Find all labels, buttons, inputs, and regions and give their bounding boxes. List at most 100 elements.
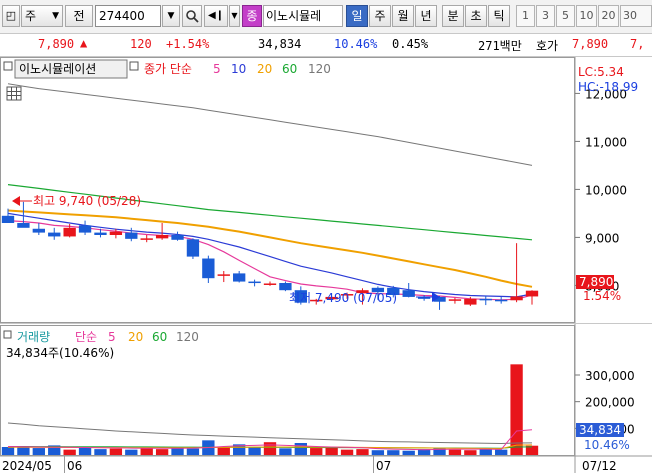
volume-bar [325, 447, 338, 455]
date-label-jun: 06 [67, 459, 82, 473]
legend-ma60: 60 [282, 62, 297, 76]
prefix-button[interactable]: 전 [65, 5, 93, 27]
interval-3-button[interactable]: 3 [536, 5, 555, 27]
volume-axis-label: 200,000 [585, 396, 635, 410]
volume-bar [448, 449, 462, 455]
tab-period-month[interactable]: 월 [392, 5, 414, 27]
type-dropdown[interactable]: 주 ▼ [21, 5, 63, 27]
legend-ma-box-icon[interactable] [129, 61, 139, 71]
legend-ma20: 20 [257, 62, 272, 76]
candle-body [263, 283, 277, 285]
volume-bar [263, 442, 277, 455]
interval-1-button[interactable]: 1 [516, 5, 535, 27]
volume-legend-ma20: 20 [128, 330, 143, 344]
volume-axis-label: 300,000 [585, 369, 635, 383]
date-label-current: 07/12 [582, 459, 617, 473]
interval-20-button[interactable]: 20 [598, 5, 619, 27]
sound-icon[interactable]: ◀❙ [204, 5, 228, 27]
volume-bar [140, 448, 153, 455]
low-note: 최저 7,490 (07/05) [289, 291, 397, 305]
interval-10-button[interactable]: 10 [576, 5, 597, 27]
tab-period-minute[interactable]: 분 [442, 5, 464, 27]
volume-bar [371, 450, 385, 455]
volume-bar [464, 450, 477, 455]
volume-bar [294, 443, 307, 455]
legend-ma120: 120 [308, 62, 331, 76]
chevron-down-icon[interactable]: ▼ [229, 5, 240, 27]
volume-bar [109, 448, 123, 455]
ask-price-next: 7, [630, 37, 645, 51]
price-axis-label: 11,000 [585, 135, 627, 149]
candle-body [171, 235, 184, 240]
legend-stock-name: 이노시뮬레이션 [19, 62, 96, 76]
volume-bar [171, 448, 184, 455]
volume-legend-ma60: 60 [152, 330, 167, 344]
volume-bar [495, 449, 508, 455]
up-triangle-icon: ▲ [80, 36, 88, 50]
candle-body [125, 232, 138, 239]
candle-body [248, 281, 261, 284]
price-axis-label: 10,000 [585, 183, 627, 197]
tab-period-year[interactable]: 년 [415, 5, 437, 27]
lc-label: LC:5.34 [578, 65, 624, 79]
legend-ma5: 5 [213, 62, 221, 76]
candle-body [1, 215, 15, 223]
candle-body [464, 298, 477, 305]
candle-body [155, 235, 169, 239]
ratio-pct: 0.45% [392, 37, 429, 51]
stock-name[interactable]: 이노시뮬레 [263, 5, 343, 27]
code-input[interactable]: 274400 [95, 5, 161, 27]
table-icon[interactable] [6, 86, 22, 101]
volume-bar [63, 449, 76, 455]
candle-body [202, 258, 215, 279]
tab-period-tick[interactable]: 틱 [488, 5, 510, 27]
candle-body [17, 223, 30, 228]
candle-body [217, 274, 230, 276]
tab-period-week[interactable]: 주 [369, 5, 391, 27]
volume-value: 34,834 [258, 37, 302, 51]
volume-legend-ma120: 120 [176, 330, 199, 344]
candle-body [186, 239, 200, 257]
tab-period-day[interactable]: 일 [346, 5, 368, 27]
candle-body [32, 228, 45, 233]
candle-body [525, 290, 539, 297]
turnover-pct: 10.46% [334, 37, 378, 51]
interval-5-button[interactable]: 5 [556, 5, 575, 27]
watch-icon[interactable]: 종 [242, 5, 262, 27]
candle-body [279, 283, 292, 291]
price-axis-label: 9,000 [585, 231, 619, 245]
volume-bar [1, 447, 15, 455]
volume-bar [279, 448, 292, 455]
legend-box-icon[interactable] [3, 330, 12, 339]
volume-bar [479, 449, 492, 455]
legend-ma10: 10 [231, 62, 246, 76]
quote-bar: 7,890 ▲ 120 +1.54% 34,834 10.46% 0.45% 2… [0, 34, 652, 57]
candle-body [233, 273, 246, 282]
search-icon[interactable] [182, 5, 202, 27]
volume-bar [125, 449, 138, 455]
chevron-down-icon[interactable]: ▼ [162, 5, 180, 27]
candle-body [48, 232, 61, 237]
last-volume-pct: 10.46% [584, 438, 630, 452]
candle-body [140, 238, 153, 240]
type-label: 주 [25, 9, 37, 23]
tab-period-second[interactable]: 초 [465, 5, 487, 27]
hc-label: HC:-18.99 [578, 80, 638, 94]
volume-bar [32, 448, 45, 455]
interval-30-button[interactable]: 30 [620, 5, 652, 27]
volume-legend-name: 거래량 [17, 330, 50, 344]
ask-price: 7,890 [572, 37, 609, 51]
volume-panel-frame [0, 325, 575, 456]
candle-body [479, 298, 492, 301]
legend-box-icon[interactable] [3, 61, 13, 71]
volume-bar [94, 449, 107, 455]
volume-bar [310, 448, 323, 455]
chart-area[interactable]: 12,00011,00010,0009,0008,000300,000200,0… [0, 57, 652, 473]
legend-ma-label: 종가 단순 [144, 62, 192, 76]
volume-bar [402, 450, 415, 455]
window-icon[interactable]: ◰ [2, 5, 20, 27]
price-change-pct: +1.54% [166, 37, 210, 51]
volume-bar [340, 449, 354, 455]
price-change: 120 [130, 37, 152, 51]
candle-body [402, 290, 415, 297]
